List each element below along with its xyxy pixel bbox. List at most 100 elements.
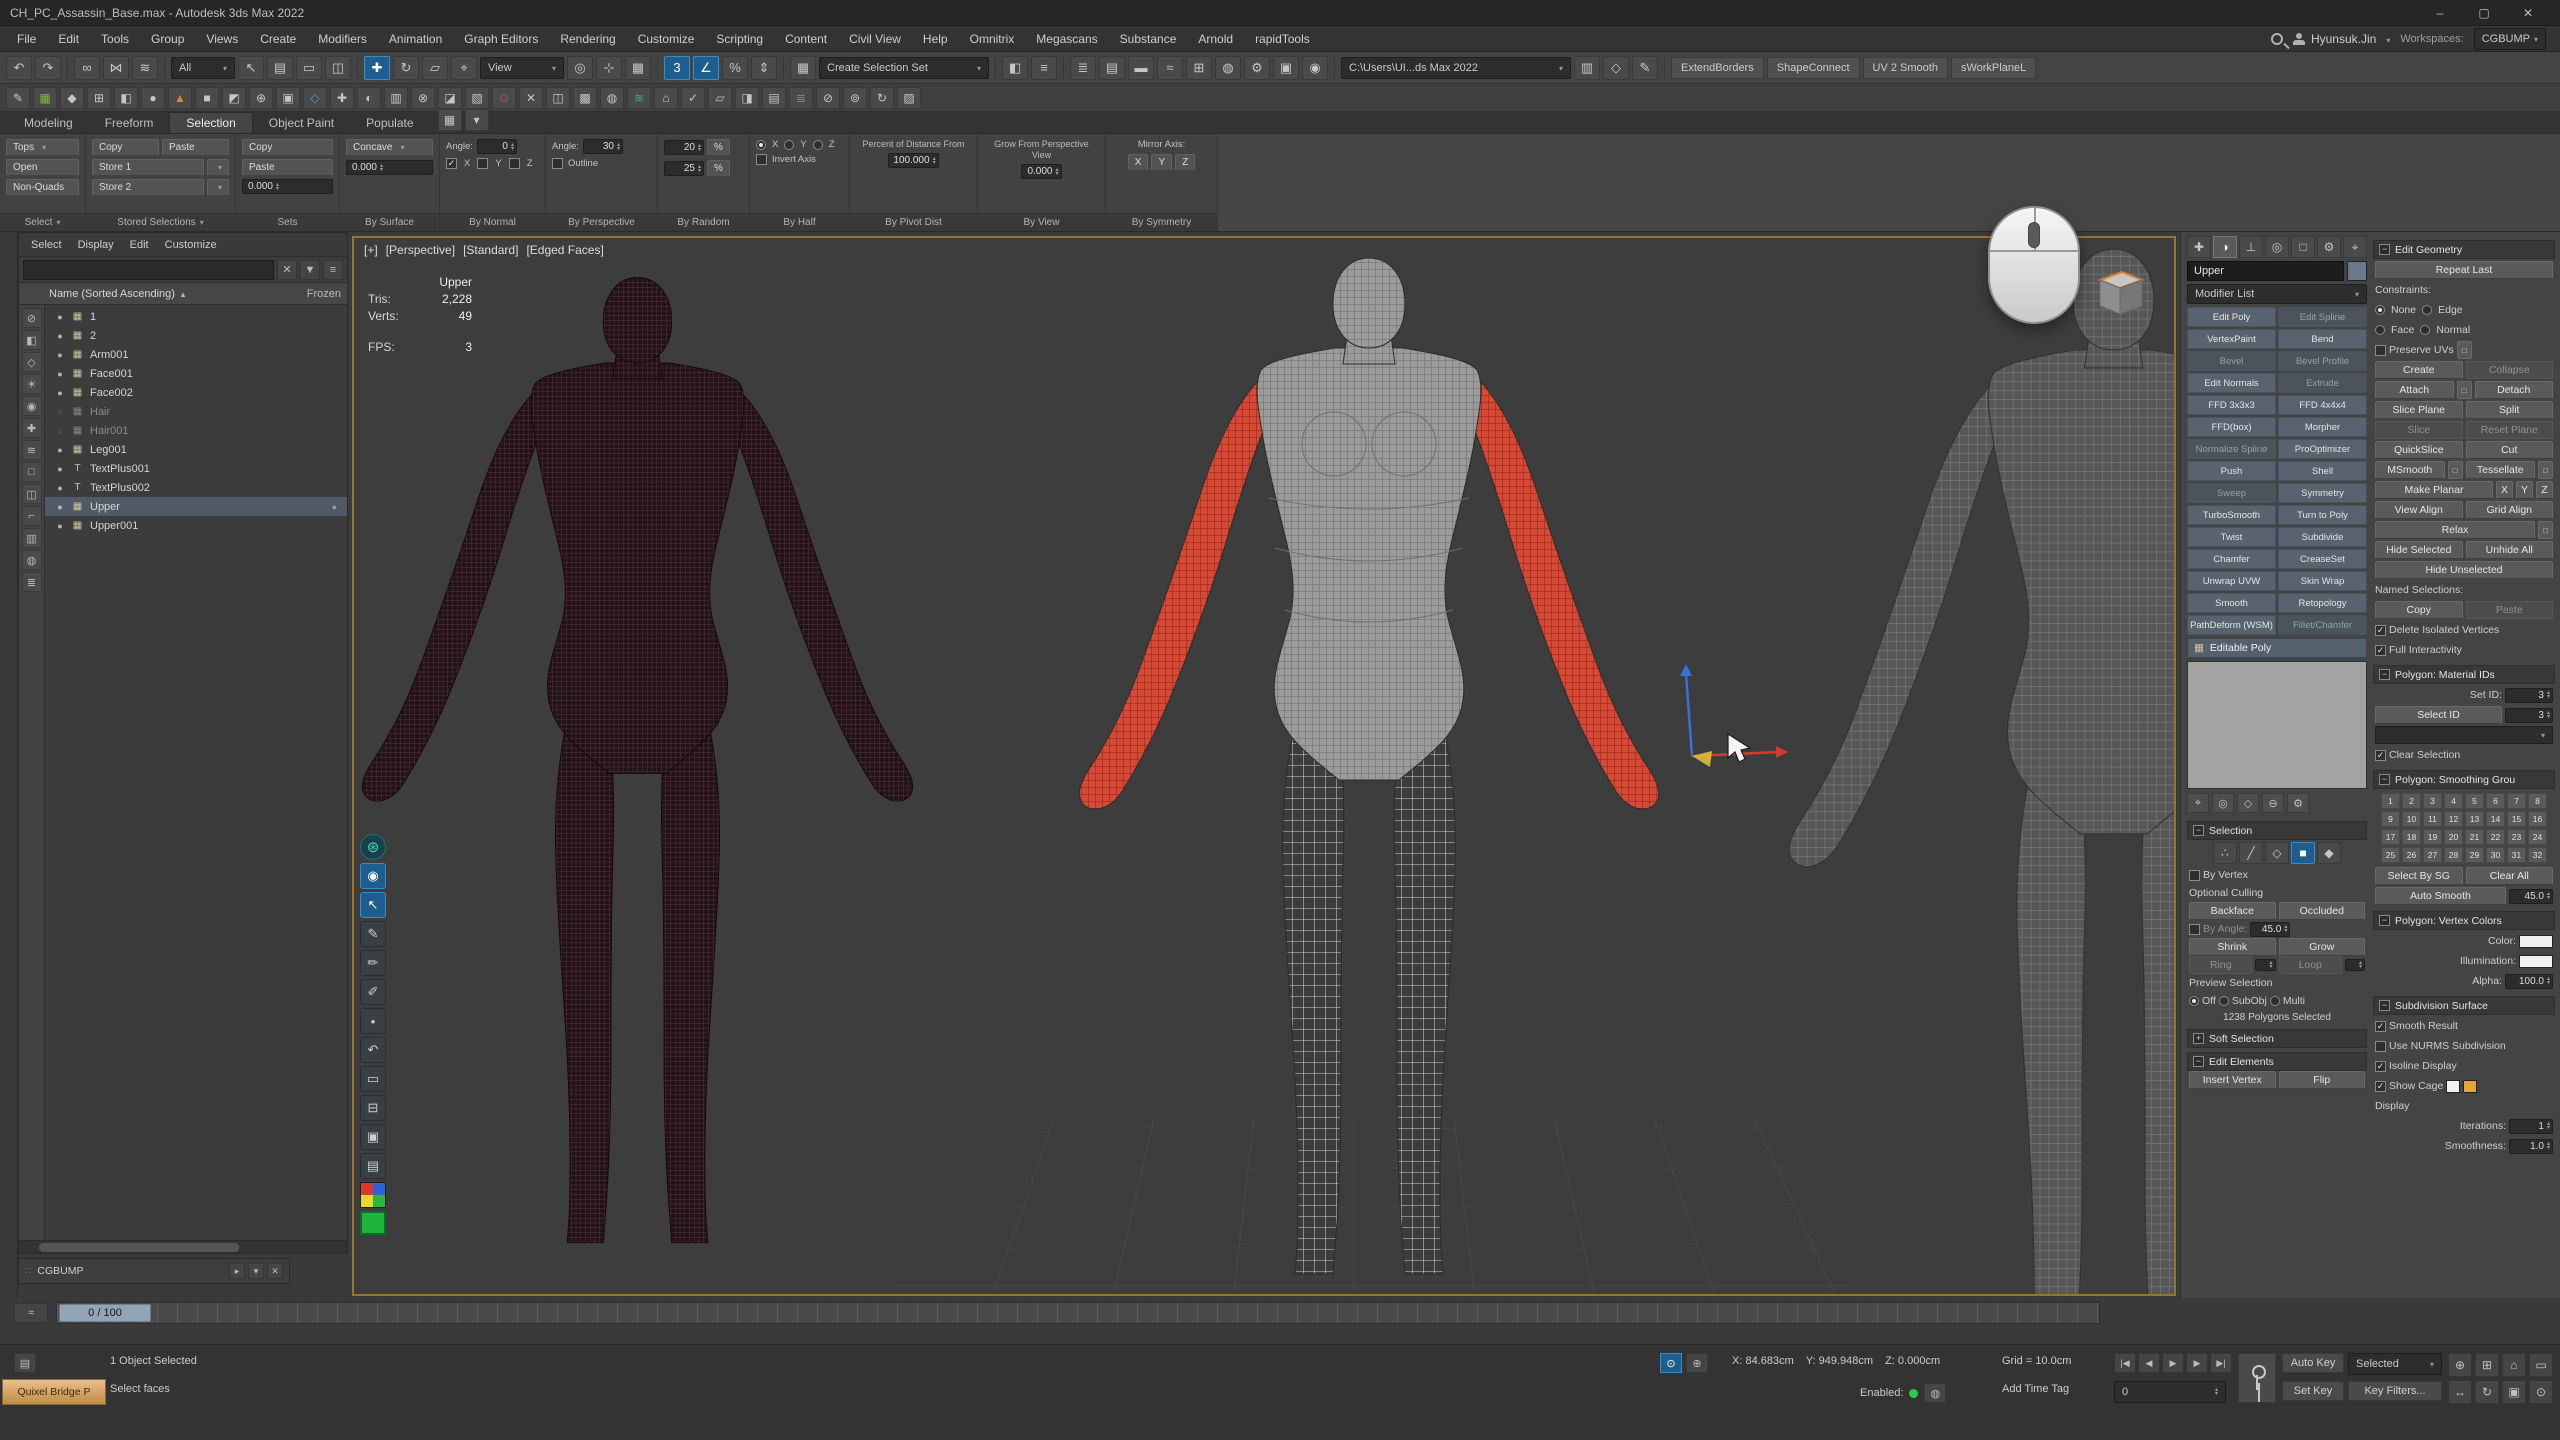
curve-editor-icon[interactable]: ≈ <box>1157 56 1183 80</box>
modifier-stack-window[interactable] <box>2187 661 2367 789</box>
modifier-button-ffd-4x4x4[interactable]: FFD 4x4x4 <box>2278 395 2367 415</box>
object-color-swatch[interactable] <box>2347 261 2367 281</box>
keyboard-shortcut-override-icon[interactable]: ▦ <box>625 56 651 80</box>
smoothing-group-26[interactable]: 26 <box>2402 847 2421 863</box>
modifier-button-symmetry[interactable]: Symmetry <box>2278 483 2367 503</box>
preview-multi-radio[interactable] <box>2270 996 2280 1006</box>
explorer-item-upper[interactable]: ●▦Upper● <box>45 497 347 516</box>
macro-script-icon-25[interactable]: ⌂ <box>654 87 678 109</box>
modifier-button-edit-normals[interactable]: Edit Normals <box>2187 373 2276 393</box>
macro-script-icon-24[interactable]: ≋ <box>627 87 651 109</box>
align-icon[interactable]: ≡ <box>1031 56 1057 80</box>
iterations-spinner[interactable]: 1 <box>2509 1119 2553 1134</box>
explorer-menu-edit[interactable]: Edit <box>122 239 157 251</box>
search-icon[interactable] <box>2271 33 2283 45</box>
smoothing-group-3[interactable]: 3 <box>2423 793 2442 809</box>
smoothing-group-15[interactable]: 15 <box>2507 811 2526 827</box>
display-xrefs-icon[interactable]: ◫ <box>22 484 42 504</box>
menu-create[interactable]: Create <box>249 26 307 51</box>
visibility-toggle-icon[interactable]: ○ <box>55 426 65 436</box>
modifier-button-chamfer[interactable]: Chamfer <box>2187 549 2276 569</box>
unlink-selection-icon[interactable]: ⋈ <box>103 56 129 80</box>
utilities-tab-icon[interactable]: ⚙ <box>2317 236 2341 258</box>
undo-icon[interactable]: ↶ <box>6 56 32 80</box>
viewport-menu-pov[interactable]: [Perspective] <box>386 243 455 257</box>
visibility-toggle-icon[interactable]: ● <box>55 331 65 341</box>
clear-all-icon[interactable]: ⊟ <box>360 1095 386 1121</box>
macro-script-icon-3[interactable]: ◆ <box>60 87 84 109</box>
delete-isolated-vertices-checkbox[interactable] <box>2375 625 2386 636</box>
modifier-button-turbosmooth[interactable]: TurboSmooth <box>2187 505 2276 525</box>
modifier-button-creaseset[interactable]: CreaseSet <box>2278 549 2367 569</box>
tops-button[interactable]: Tops <box>6 139 79 156</box>
select-and-rotate-icon[interactable]: ↻ <box>393 56 419 80</box>
explorer-item-face002[interactable]: ●▦Face002 <box>45 383 347 402</box>
macro-script-icon-9[interactable]: ◩ <box>222 87 246 109</box>
isoline-display-checkbox[interactable] <box>2375 1061 2386 1072</box>
normal-y-checkbox[interactable] <box>477 158 488 169</box>
clipboard-icon[interactable]: ▤ <box>360 1153 386 1179</box>
explorer-item-2[interactable]: ●▦2 <box>45 326 347 345</box>
lock-explorer-icon[interactable]: ≡ <box>323 260 343 280</box>
selection-set-dropdown[interactable]: Selected <box>2348 1353 2442 1375</box>
grow-button[interactable]: Grow <box>2279 938 2366 956</box>
angle-snap-toggle-icon[interactable]: ∠ <box>693 56 719 80</box>
smoothing-group-8[interactable]: 8 <box>2528 793 2547 809</box>
smoothing-group-30[interactable]: 30 <box>2486 847 2505 863</box>
menu-megascans[interactable]: Megascans <box>1025 26 1108 51</box>
use-nurms-subdivision-checkbox[interactable] <box>2375 1041 2386 1052</box>
animation-layers-icon[interactable]: ◍ <box>1924 1383 1946 1403</box>
edit-named-selection-sets-icon[interactable]: ▦ <box>790 56 816 80</box>
rollout-toggle-icon[interactable] <box>2379 244 2390 255</box>
smoothing-group-32[interactable]: 32 <box>2528 847 2547 863</box>
clear-selection-checkbox[interactable] <box>2375 750 2386 761</box>
show-end-result-icon[interactable]: ◎ <box>2212 793 2234 813</box>
modifier-button-edit-spline[interactable]: Edit Spline <box>2278 307 2367 327</box>
explorer-horizontal-scrollbar[interactable] <box>19 1240 347 1253</box>
x-coord-value[interactable]: 84.683cm <box>1745 1355 1793 1367</box>
named-copy-button[interactable]: Copy <box>2375 601 2463 619</box>
add-time-tag[interactable]: Add Time Tag <box>2002 1383 2069 1395</box>
key-filters-button[interactable]: Key Filters... <box>2348 1381 2442 1401</box>
project-folder-dropdown[interactable]: C:\Users\UI...ds Max 2022 <box>1341 57 1571 79</box>
modifier-button-extrude[interactable]: Extrude <box>2278 373 2367 393</box>
menu-help[interactable]: Help <box>912 26 959 51</box>
grid-align-button[interactable]: Grid Align <box>2466 501 2554 519</box>
modifier-button-retopology[interactable]: Retopology <box>2278 593 2367 613</box>
character-model-right[interactable] <box>1789 249 2174 1294</box>
macro-script-icon-30[interactable]: ≣ <box>789 87 813 109</box>
display-none-icon[interactable]: ⊘ <box>22 308 42 328</box>
display-groups-icon[interactable]: □ <box>22 462 42 482</box>
concave-spinner[interactable]: 0.000 <box>346 160 433 175</box>
menu-edit[interactable]: Edit <box>47 26 90 51</box>
coordinate-display[interactable]: X: 84.683cm Y: 949.948cm Z: 0.000cm <box>1732 1355 1940 1367</box>
named-paste-button[interactable]: Paste <box>2466 601 2554 619</box>
loop-spinner[interactable] <box>2345 959 2365 971</box>
macro-script-icon-5[interactable]: ◧ <box>114 87 138 109</box>
schematic-view-icon[interactable]: ⊞ <box>1186 56 1212 80</box>
rollout-toggle-icon[interactable] <box>2193 1056 2204 1067</box>
display-helpers-icon[interactable]: ✚ <box>22 418 42 438</box>
macro-script-icon-17[interactable]: ◪ <box>438 87 462 109</box>
ring-button[interactable]: Ring <box>2189 956 2252 974</box>
workspace-dropdown[interactable]: CGBUMP <box>2474 28 2546 50</box>
material-ids-rollout-header[interactable]: Polygon: Material IDs <box>2373 665 2555 684</box>
normal-x-checkbox[interactable] <box>446 158 457 169</box>
current-frame-field[interactable]: 0 <box>2114 1381 2226 1403</box>
menu-content[interactable]: Content <box>774 26 838 51</box>
explorer-item-face001[interactable]: ●▦Face001 <box>45 364 347 383</box>
invert-axis-checkbox[interactable] <box>756 154 767 165</box>
macro-script-icon-34[interactable]: ▨ <box>897 87 921 109</box>
macro-script-icon-19[interactable]: ⊙ <box>492 87 516 109</box>
make-planar-button[interactable]: Make Planar <box>2375 481 2493 499</box>
modifier-button-turn-to-poly[interactable]: Turn to Poly <box>2278 505 2367 525</box>
store-2-options-icon[interactable] <box>207 179 229 196</box>
vertex-colors-rollout-header[interactable]: Polygon: Vertex Colors <box>2373 911 2555 930</box>
normal-angle-spinner[interactable]: 0 <box>477 139 517 154</box>
explorer-menu-select[interactable]: Select <box>23 239 70 251</box>
slice-button[interactable]: Slice <box>2375 421 2463 439</box>
maximize-viewport-icon[interactable]: ▣ <box>2502 1380 2526 1404</box>
zoom-extents-icon[interactable]: ⌂ <box>2502 1353 2526 1377</box>
modifier-button-prooptimizer[interactable]: ProOptimizer <box>2278 439 2367 459</box>
go-to-start-button[interactable]: |◀ <box>2114 1353 2136 1373</box>
